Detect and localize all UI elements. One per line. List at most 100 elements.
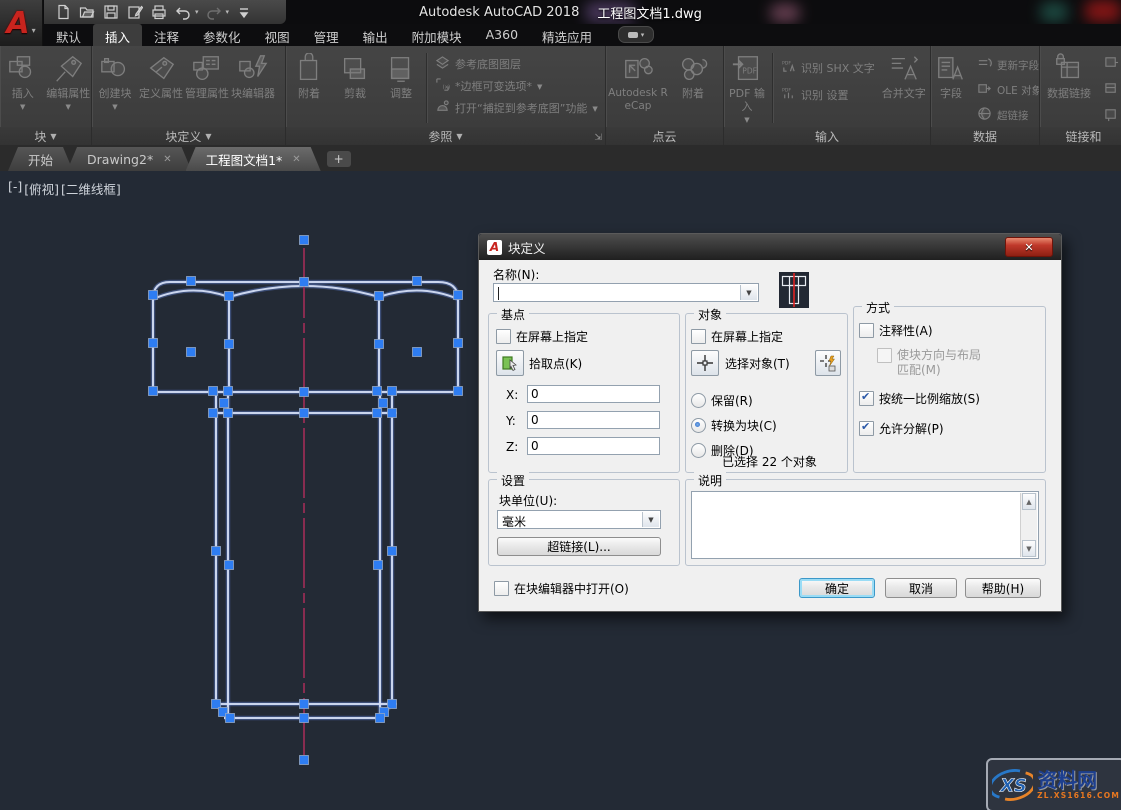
- basepoint-specify-checkbox[interactable]: 在屏幕上指定: [496, 328, 588, 345]
- grip[interactable]: [149, 339, 158, 348]
- convert-to-block-radio[interactable]: 转换为块(C): [691, 417, 777, 434]
- checkbox-box[interactable]: [496, 329, 511, 344]
- scale-uniformly-checkbox[interactable]: 按统一比例缩放(S): [859, 390, 980, 407]
- scroll-up-icon[interactable]: ▲: [1022, 493, 1036, 510]
- hyperlink-button[interactable]: 超链接(L)...: [497, 537, 661, 556]
- grip[interactable]: [225, 292, 234, 301]
- objects-specify-checkbox[interactable]: 在屏幕上指定: [691, 328, 783, 345]
- help-button[interactable]: 帮助(H): [965, 578, 1041, 598]
- grip[interactable]: [209, 387, 218, 396]
- checkbox-box[interactable]: [859, 391, 874, 406]
- ribbon-tab-8[interactable]: 附加模块: [400, 24, 474, 46]
- y-coordinate-field[interactable]: [527, 411, 660, 429]
- checkbox-box[interactable]: [691, 329, 706, 344]
- manage-attributes-button[interactable]: 管理属性: [184, 49, 230, 127]
- frame-options-row[interactable]: (x) *边框可变选项* ▼: [435, 77, 598, 95]
- ribbon-tab-10[interactable]: 精选应用: [530, 24, 604, 46]
- viewport-view-control[interactable]: [俯视]: [24, 179, 59, 198]
- block-name-combobox[interactable]: ▼: [493, 283, 759, 302]
- link-table-icon[interactable]: [1104, 81, 1119, 99]
- scroll-down-icon[interactable]: ▼: [1022, 540, 1036, 557]
- point-cloud-attach-button[interactable]: 附着: [670, 49, 716, 127]
- viewport-minus-control[interactable]: [-]: [8, 179, 22, 198]
- data-link-button[interactable]: 数据链接: [1040, 49, 1098, 127]
- panel-label-import[interactable]: 输入: [724, 127, 930, 145]
- checkbox-box[interactable]: [494, 581, 509, 596]
- open-in-block-editor-checkbox[interactable]: 在块编辑器中打开(O): [494, 580, 629, 597]
- grip[interactable]: [220, 399, 229, 408]
- grip[interactable]: [212, 547, 221, 556]
- dialog-launcher-icon[interactable]: ⇲: [594, 133, 602, 143]
- print-icon[interactable]: [150, 3, 168, 21]
- file-tab-2[interactable]: Drawing2*✕: [67, 147, 192, 171]
- checkbox-box[interactable]: [859, 421, 874, 436]
- description-scrollbar[interactable]: ▲ ▼: [1020, 493, 1037, 557]
- panel-label-block[interactable]: 块▼: [0, 127, 91, 145]
- redo-icon[interactable]: [205, 3, 223, 21]
- grip[interactable]: [149, 387, 158, 396]
- panel-label-data[interactable]: 数据: [931, 127, 1039, 145]
- grip[interactable]: [300, 700, 309, 709]
- grip[interactable]: [300, 714, 309, 723]
- file-tab-1[interactable]: 开始: [8, 147, 73, 171]
- new-file-icon[interactable]: [54, 3, 72, 21]
- application-menu-button[interactable]: A ▾: [0, 0, 43, 46]
- download-link-icon[interactable]: [1104, 107, 1119, 125]
- snap-to-underlays-row[interactable]: 打开“捕捉到参考底图”功能 ▼: [435, 99, 598, 117]
- title-bar[interactable]: Autodesk AutoCAD 2018 工程图文档1.dwg ▾ ▾: [0, 0, 1121, 24]
- quick-select-button[interactable]: [815, 350, 841, 376]
- grip[interactable]: [225, 561, 234, 570]
- ribbon-tab-6[interactable]: 管理: [302, 24, 351, 46]
- grip[interactable]: [187, 277, 196, 286]
- panel-label-reference[interactable]: 参照▼ ⇲: [286, 127, 605, 145]
- radio-circle[interactable]: [691, 443, 706, 458]
- tab-close-icon[interactable]: ✕: [292, 154, 300, 165]
- grip[interactable]: [375, 340, 384, 349]
- ribbon-tab-5[interactable]: 视图: [253, 24, 302, 46]
- ribbon-tab-7[interactable]: 输出: [351, 24, 400, 46]
- ribbon-display-toggle[interactable]: ▾: [618, 26, 654, 43]
- grip[interactable]: [388, 409, 397, 418]
- grip[interactable]: [224, 387, 233, 396]
- grip[interactable]: [376, 714, 385, 723]
- pick-point-button[interactable]: [496, 350, 524, 376]
- combine-text-button[interactable]: 合并文字: [881, 49, 927, 127]
- field-button[interactable]: 字段: [931, 49, 971, 127]
- grip[interactable]: [224, 409, 233, 418]
- annotative-checkbox[interactable]: 注释性(A): [859, 322, 933, 339]
- grip[interactable]: [373, 409, 382, 418]
- grip[interactable]: [454, 291, 463, 300]
- z-coordinate-field[interactable]: [527, 437, 660, 455]
- allow-exploding-checkbox[interactable]: 允许分解(P): [859, 420, 944, 437]
- insert-block-button[interactable]: 插入 ▼: [0, 49, 46, 127]
- new-drawing-tab-button[interactable]: +: [327, 151, 351, 167]
- recognition-settings-row[interactable]: PDF 识别 设置: [781, 86, 875, 104]
- autodesk-recap-button[interactable]: Autodesk ReCap: [606, 49, 670, 127]
- extract-data-icon[interactable]: [1104, 55, 1119, 73]
- reference-clip-button[interactable]: 剪裁: [332, 49, 378, 127]
- grip[interactable]: [374, 561, 383, 570]
- grip[interactable]: [388, 547, 397, 556]
- ribbon-tab-2[interactable]: 插入: [93, 24, 142, 46]
- grip[interactable]: [454, 387, 463, 396]
- grip[interactable]: [225, 340, 234, 349]
- unit-dropdown-button[interactable]: ▼: [642, 512, 659, 527]
- save-as-icon[interactable]: [126, 3, 144, 21]
- cancel-button[interactable]: 取消: [885, 578, 957, 598]
- create-block-button[interactable]: 创建块 ▼: [92, 49, 138, 127]
- grip[interactable]: [388, 387, 397, 396]
- underlay-layers-row[interactable]: 参考底图图层: [435, 55, 598, 73]
- x-coordinate-field[interactable]: [527, 385, 660, 403]
- select-objects-button[interactable]: [691, 350, 719, 376]
- grip[interactable]: [300, 409, 309, 418]
- file-tab-3[interactable]: 工程图文档1*✕: [186, 147, 321, 171]
- grip[interactable]: [375, 292, 384, 301]
- grip[interactable]: [413, 277, 422, 286]
- ribbon-tab-3[interactable]: 注释: [142, 24, 191, 46]
- edit-attributes-button[interactable]: 编辑属性 ▼: [46, 49, 92, 127]
- ribbon-tab-1[interactable]: 默认: [44, 24, 93, 46]
- update-fields-row[interactable]: 更新字段: [977, 56, 1040, 74]
- retain-radio[interactable]: 保留(R): [691, 392, 753, 409]
- hyperlink-row[interactable]: 超链接: [977, 106, 1040, 124]
- grip[interactable]: [413, 348, 422, 357]
